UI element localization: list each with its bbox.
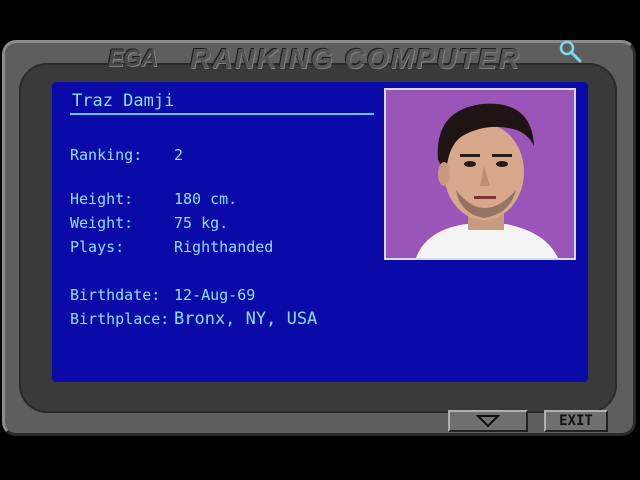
title-bar: EGA RANKING COMPUTER (108, 44, 538, 74)
stat-row-birthdate: Birthdate: 12-Aug-69 (70, 284, 410, 306)
brand-logo: EGA (108, 45, 158, 72)
stat-label: Birthdate: (70, 286, 161, 304)
stat-label: Weight: (70, 214, 134, 232)
stat-row-weight: Weight: 75 kg. (70, 212, 410, 234)
stat-row-height: Height: 180 cm. (70, 188, 410, 210)
stat-value: Righthanded (174, 238, 274, 256)
stat-label: Height: (70, 190, 134, 208)
name-underline (70, 113, 374, 115)
exit-button[interactable]: EXIT (544, 410, 608, 432)
scroll-down-button[interactable] (448, 410, 528, 432)
stat-value: Bronx, NY, USA (174, 309, 318, 329)
stat-value: 2 (174, 146, 184, 164)
stat-value: 12-Aug-69 (174, 286, 256, 304)
stat-label: Ranking: (70, 146, 143, 164)
stat-value: 180 cm. (174, 190, 238, 208)
player-name: Traz Damji (72, 91, 175, 111)
stat-row-ranking: Ranking: 2 (70, 144, 410, 166)
stat-row-birthplace: Birthplace: Bronx, NY, USA (70, 308, 410, 330)
down-arrow-icon (475, 413, 501, 429)
app-title: RANKING COMPUTER (190, 43, 521, 74)
stat-value: 75 kg. (174, 214, 229, 232)
stat-label: Birthplace: (70, 310, 170, 328)
stat-row-plays: Plays: Righthanded (70, 236, 410, 258)
player-photo (384, 88, 576, 260)
player-info-screen: Traz Damji Ranking: 2 Height: 180 cm. We… (52, 82, 588, 382)
magnifier-icon[interactable] (556, 38, 584, 66)
stat-label: Plays: (70, 238, 125, 256)
